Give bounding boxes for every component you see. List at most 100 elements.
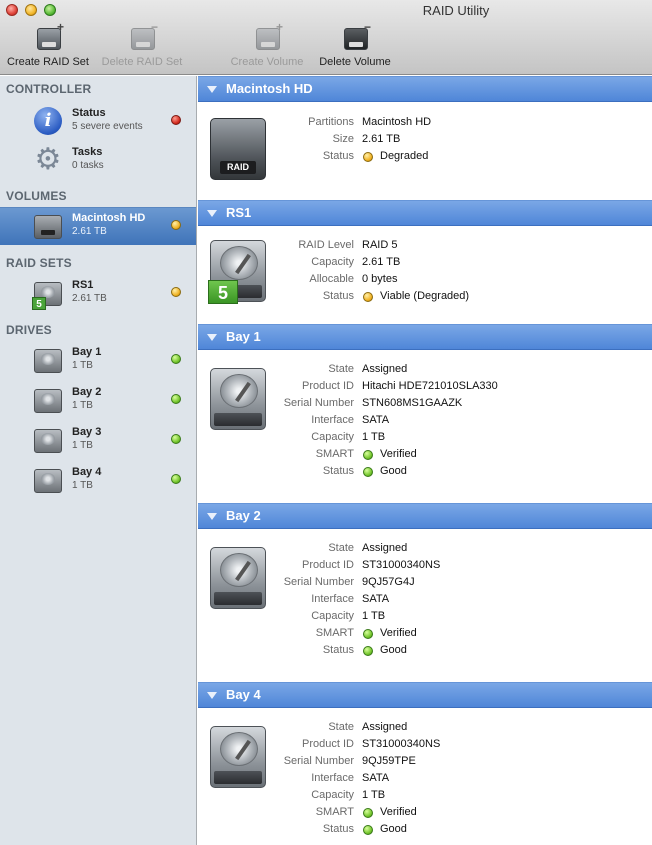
drive-properties: State Assigned Product ID Hitachi HDE72101… (198, 363, 652, 482)
status-indicator-green (363, 825, 373, 835)
section-title: Macintosh HD (226, 81, 313, 96)
disclosure-triangle-icon (207, 86, 217, 93)
property-row: State Assigned (328, 721, 408, 733)
status-indicator-green (171, 434, 181, 444)
section-title: Bay 1 (226, 329, 261, 344)
raid-set-section: RS1 5 RAID Level RAID 5 Capacity 2.61 TB A… (198, 200, 652, 304)
sidebar-item-status[interactable]: i Status 5 severe events (0, 103, 196, 139)
disclosure-triangle-icon (207, 513, 217, 520)
status-indicator-green (171, 474, 181, 484)
property-row: Interface SATA (311, 772, 390, 784)
sidebar-item-subtitle: 2.61 TB (72, 226, 107, 237)
property-row: State Assigned (328, 363, 408, 375)
info-icon: i (34, 107, 62, 135)
sidebar-item-title: Macintosh HD (72, 212, 146, 224)
status-indicator-yellow (363, 152, 373, 162)
sidebar-item-bay-4[interactable]: Bay 4 1 TB (0, 462, 196, 498)
section-header-bay-2[interactable]: Bay 2 (198, 503, 652, 529)
window-title: RAID Utility (422, 3, 490, 18)
window-toolbar: RAID Utility + Create RAID Set − Delete … (0, 0, 652, 75)
sidebar-item-title: Bay 4 (72, 466, 102, 478)
sidebar-item-title: Bay 1 (72, 346, 102, 358)
property-row: Capacity 1 TB (311, 431, 386, 443)
sidebar-item-bay-1[interactable]: Bay 1 1 TB (0, 342, 196, 378)
sidebar-item-bay-2[interactable]: Bay 2 1 TB (0, 382, 196, 418)
status-indicator-green (363, 646, 373, 656)
drives-header: DRIVES (6, 323, 52, 337)
drive-properties: State Assigned Product ID ST31000340NS Ser… (198, 721, 652, 840)
sidebar-item-subtitle: 1 TB (72, 400, 93, 411)
property-row: Interface SATA (311, 593, 390, 605)
disclosure-triangle-icon (207, 692, 217, 699)
property-row: Status Good (322, 465, 407, 477)
property-row: Serial Number 9QJ57G4J (283, 576, 415, 588)
drive-section-bay-2: Bay 2 State Assigned Product ID ST31000340… (198, 503, 652, 656)
property-row: Product ID Hitachi HDE721010SLA330 (302, 380, 498, 392)
raid-sets-header: RAID SETS (6, 256, 72, 270)
create-volume-label: Create Volume (230, 56, 304, 68)
volume-properties: Partitions Macintosh HD Size 2.61 TB Statu… (198, 116, 652, 167)
sidebar-item-subtitle: 2.61 TB (72, 293, 107, 304)
section-title: Bay 4 (226, 687, 261, 702)
property-row: RAID Level RAID 5 (298, 239, 398, 251)
sidebar-item-subtitle: 1 TB (72, 360, 93, 371)
property-row: Serial Number STN608MS1GAAZK (283, 397, 463, 409)
property-row: Capacity 1 TB (311, 789, 386, 801)
status-indicator-green (171, 354, 181, 364)
drive-section-bay-4: Bay 4 State Assigned Product ID ST31000340… (198, 682, 652, 835)
raid-level-badge: 5 (32, 297, 46, 310)
section-header-macintosh-hd[interactable]: Macintosh HD (198, 76, 652, 102)
raid-volume-icon (34, 215, 62, 239)
create-raid-set-button[interactable]: + Create RAID Set (4, 21, 92, 68)
delete-volume-button[interactable]: − Delete Volume (314, 21, 396, 68)
property-row: Status Viable (Degraded) (322, 290, 470, 302)
drive-properties: State Assigned Product ID ST31000340NS Ser… (198, 542, 652, 661)
property-row: Status Good (322, 823, 407, 835)
create-raid-set-label: Create RAID Set (7, 56, 89, 68)
section-header-bay-1[interactable]: Bay 1 (198, 324, 652, 350)
status-indicator-yellow (363, 292, 373, 302)
property-row: Status Degraded (322, 150, 429, 162)
status-indicator-green (363, 450, 373, 460)
sidebar-item-title: Status (72, 107, 106, 119)
create-volume-button[interactable]: + Create Volume (225, 21, 309, 68)
sidebar-item-rs1[interactable]: 5 RS1 2.61 TB (0, 275, 196, 311)
status-indicator-red (171, 115, 181, 125)
property-row: Interface SATA (311, 414, 390, 426)
section-title: Bay 2 (226, 508, 261, 523)
hard-drive-icon (34, 349, 62, 373)
property-row: Capacity 1 TB (311, 610, 386, 622)
volume-section: Macintosh HD RAID Partitions Macintosh HD… (198, 76, 652, 180)
section-title: RS1 (226, 205, 252, 220)
sidebar-item-subtitle: 5 severe events (72, 121, 143, 132)
property-row: Capacity 2.61 TB (311, 256, 401, 268)
delete-raid-set-icon: − (127, 21, 158, 54)
controller-header: CONTROLLER (6, 82, 92, 96)
sidebar-item-bay-3[interactable]: Bay 3 1 TB (0, 422, 196, 458)
drive-section-bay-1: Bay 1 State Assigned Product ID Hitachi HD… (198, 324, 652, 477)
section-header-bay-4[interactable]: Bay 4 (198, 682, 652, 708)
sidebar-item-subtitle: 1 TB (72, 440, 93, 451)
raid-set-properties: RAID Level RAID 5 Capacity 2.61 TB Allocab… (198, 239, 652, 307)
property-row: SMART Verified (315, 627, 417, 639)
property-row: Serial Number 9QJ59TPE (283, 755, 416, 767)
sidebar-item-subtitle: 0 tasks (72, 160, 104, 171)
delete-raid-set-button[interactable]: − Delete RAID Set (97, 21, 187, 68)
status-indicator-green (171, 394, 181, 404)
gear-icon: ⚙ (34, 143, 62, 176)
sidebar-item-macintosh-hd[interactable]: Macintosh HD 2.61 TB (0, 207, 196, 245)
disclosure-triangle-icon (207, 334, 217, 341)
sidebar-item-subtitle: 1 TB (72, 480, 93, 491)
section-header-rs1[interactable]: RS1 (198, 200, 652, 226)
status-indicator-yellow (171, 220, 181, 230)
disclosure-triangle-icon (207, 210, 217, 217)
status-indicator-green (363, 467, 373, 477)
sidebar-item-tasks[interactable]: ⚙ Tasks 0 tasks (0, 142, 196, 178)
status-indicator-green (363, 629, 373, 639)
property-row: State Assigned (328, 542, 408, 554)
sidebar-item-title: Bay 2 (72, 386, 102, 398)
sidebar-item-title: Bay 3 (72, 426, 102, 438)
delete-raid-set-label: Delete RAID Set (101, 56, 183, 68)
property-row: Product ID ST31000340NS (302, 738, 441, 750)
create-volume-icon: + (252, 21, 283, 54)
